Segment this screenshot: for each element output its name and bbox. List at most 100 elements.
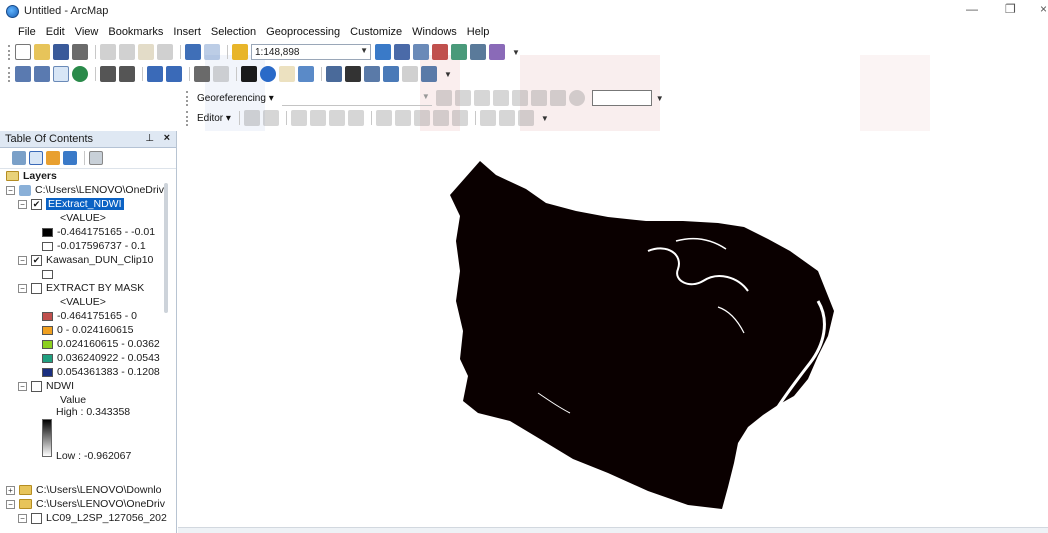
new-document-icon[interactable] — [15, 44, 31, 60]
point-icon[interactable] — [347, 110, 364, 126]
toolbar-overflow-icon[interactable]: ▼ — [656, 94, 664, 103]
menu-geoprocessing[interactable]: Geoprocessing — [266, 26, 340, 38]
measure-icon[interactable] — [326, 66, 342, 82]
menu-customize[interactable]: Customize — [350, 26, 402, 38]
list-by-drawing-order-icon[interactable] — [12, 151, 26, 165]
menu-file[interactable]: File — [18, 26, 36, 38]
legend-class[interactable]: 0.024160615 - 0.0362 — [42, 337, 160, 351]
fit-to-display-icon[interactable] — [511, 90, 528, 106]
table-of-contents-icon[interactable] — [394, 44, 410, 60]
hyperlink-icon[interactable] — [279, 66, 295, 82]
save-icon[interactable] — [53, 44, 69, 60]
menu-help[interactable]: Help — [467, 26, 490, 38]
expand-icon[interactable]: + — [6, 485, 15, 495]
map-scale-dropdown[interactable]: 1:148,898 ▼ — [251, 44, 371, 60]
rotate-tool-icon[interactable] — [451, 110, 468, 126]
toolbar-grip[interactable] — [8, 66, 11, 82]
edit-tool-icon[interactable] — [243, 110, 260, 126]
toc-scrollbar[interactable] — [164, 183, 168, 313]
menu-bookmarks[interactable]: Bookmarks — [108, 26, 163, 38]
collapse-icon[interactable]: − — [18, 513, 27, 523]
menu-insert[interactable]: Insert — [173, 26, 201, 38]
identify-icon[interactable] — [260, 66, 276, 82]
layer-visibility-checkbox[interactable] — [31, 512, 42, 524]
cut-icon[interactable] — [100, 44, 116, 60]
legend-class[interactable]: 0 - 0.024160615 — [42, 323, 133, 337]
collapse-icon[interactable]: − — [18, 255, 27, 265]
delete-icon[interactable] — [157, 44, 173, 60]
create-viewer-window-icon[interactable] — [421, 66, 437, 82]
legend-class[interactable] — [42, 267, 57, 281]
full-extent-globe-icon[interactable] — [72, 66, 88, 82]
list-item[interactable]: − C:\Users\LENOVO\OneDriv — [6, 497, 165, 511]
find-route-icon[interactable] — [364, 66, 380, 82]
layer-visibility-checkbox[interactable]: ✔ — [31, 198, 42, 210]
layer-ndwi[interactable]: − NDWI — [18, 379, 74, 393]
collapse-icon[interactable]: − — [18, 283, 27, 293]
rotate-icon[interactable] — [454, 90, 471, 106]
edit-annotation-icon[interactable] — [262, 110, 279, 126]
copy-icon[interactable] — [119, 44, 135, 60]
rotate-dropdown-icon[interactable] — [568, 90, 585, 106]
forward-arrow-icon[interactable] — [166, 66, 182, 82]
python-window-icon[interactable] — [470, 44, 486, 60]
menu-view[interactable]: View — [75, 26, 99, 38]
collapse-icon[interactable]: − — [18, 199, 27, 209]
reshape-feature-icon[interactable] — [394, 110, 411, 126]
search-window-icon[interactable] — [432, 44, 448, 60]
map-display[interactable] — [178, 131, 1048, 527]
layer-extract-by-mask[interactable]: − EXTRACT BY MASK — [18, 281, 144, 295]
list-by-visibility-icon[interactable] — [46, 151, 60, 165]
legend-class[interactable]: -0.464175165 - -0.01 — [42, 225, 155, 239]
undo-icon[interactable] — [185, 44, 201, 60]
georeferencing-menu[interactable]: Georeferencing ▾ — [193, 92, 278, 105]
scale-icon[interactable] — [492, 90, 509, 106]
legend-class[interactable]: 0.036240922 - 0.0543 — [42, 351, 160, 365]
minimize-button[interactable]: — — [966, 2, 978, 16]
find-binoculars-icon[interactable] — [345, 66, 361, 82]
print-icon[interactable] — [72, 44, 88, 60]
zoom-in-icon[interactable] — [15, 66, 31, 82]
legend-class[interactable]: -0.464175165 - 0 — [42, 309, 137, 323]
layer-kawasan-dun[interactable]: − ✔ Kawasan_DUN_Clip10 — [18, 253, 153, 267]
toolbar-grip[interactable] — [8, 44, 11, 60]
redo-icon[interactable] — [204, 44, 220, 60]
sketch-properties-icon[interactable] — [498, 110, 515, 126]
editor-toolbar-icon[interactable] — [375, 44, 391, 60]
pin-icon[interactable]: ⊥ — [145, 133, 154, 144]
layer-lc09[interactable]: − LC09_L2SP_127056_202 — [18, 511, 167, 525]
clear-selection-icon[interactable] — [213, 66, 229, 82]
arctoolbox-icon[interactable] — [451, 44, 467, 60]
options-icon[interactable] — [89, 151, 103, 165]
straight-segment-icon[interactable] — [290, 110, 307, 126]
edit-vertices-icon[interactable] — [375, 110, 392, 126]
layer-extract-ndwi[interactable]: − ✔ EExtract_NDWI — [18, 197, 124, 211]
toolbar-overflow-icon[interactable]: ▼ — [444, 70, 452, 79]
layer-visibility-checkbox[interactable]: ✔ — [31, 254, 42, 266]
add-control-points-icon[interactable] — [435, 90, 452, 106]
pan-hand-icon[interactable] — [53, 66, 69, 82]
viewer-icon[interactable] — [549, 90, 566, 106]
select-features-icon[interactable] — [194, 66, 210, 82]
open-folder-icon[interactable] — [34, 44, 50, 60]
collapse-icon[interactable]: − — [18, 381, 27, 391]
list-by-selection-icon[interactable] — [63, 151, 77, 165]
create-features-icon[interactable] — [517, 110, 534, 126]
list-item[interactable]: + C:\Users\LENOVO\Downlo — [6, 483, 161, 497]
cut-polygons-icon[interactable] — [413, 110, 430, 126]
fixed-zoom-in-icon[interactable] — [100, 66, 116, 82]
list-by-source-icon[interactable] — [29, 151, 43, 165]
menu-windows[interactable]: Windows — [412, 26, 457, 38]
menu-edit[interactable]: Edit — [46, 26, 65, 38]
go-to-xy-icon[interactable] — [383, 66, 399, 82]
rotation-value-input[interactable] — [591, 90, 652, 106]
georeferencing-layer-dropdown[interactable]: ▼ — [281, 90, 432, 106]
legend-class[interactable]: 0.054361383 - 0.1208 — [42, 365, 160, 379]
zoom-out-icon[interactable] — [34, 66, 50, 82]
attributes-icon[interactable] — [479, 110, 496, 126]
split-icon[interactable] — [432, 110, 449, 126]
close-icon[interactable]: × — [164, 132, 170, 144]
toolbar-overflow-icon[interactable]: ▼ — [512, 48, 520, 57]
close-button[interactable]: × — [1040, 2, 1047, 16]
layers-dataframe[interactable]: Layers — [6, 169, 57, 183]
